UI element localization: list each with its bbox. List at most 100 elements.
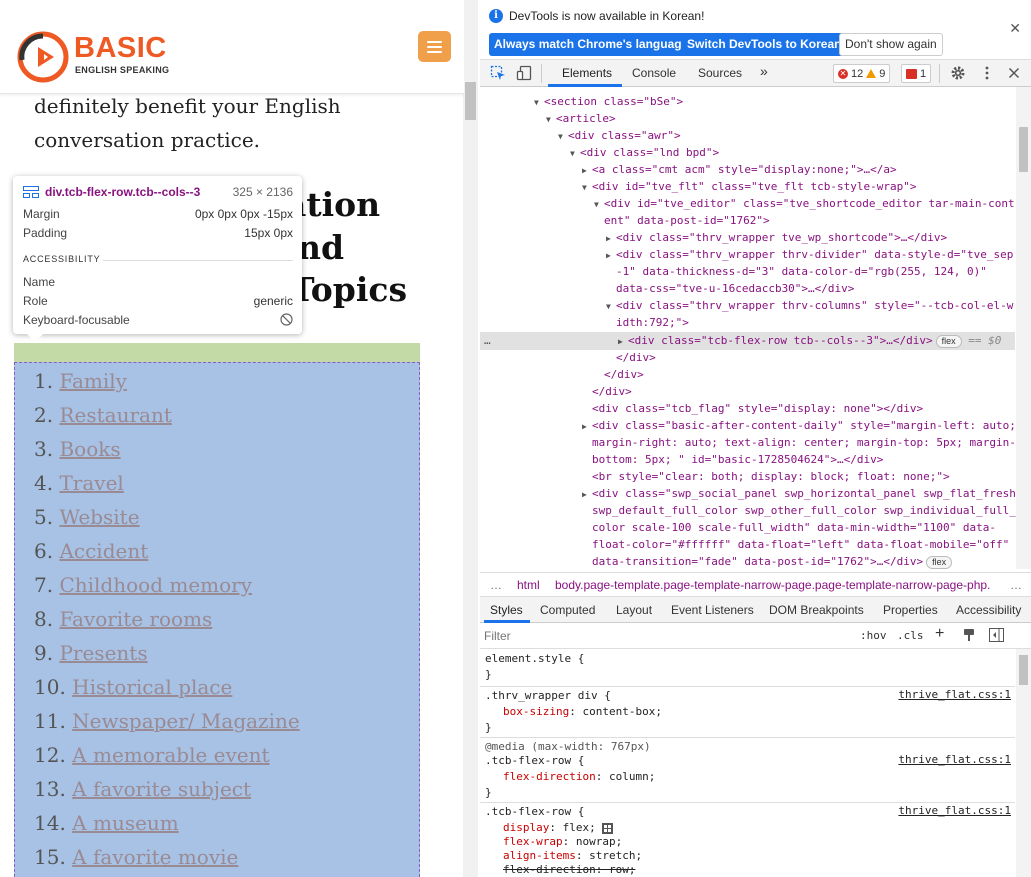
styles-filter-input[interactable] [484,627,824,645]
dom-node[interactable]: ▼ <section class="bSe"> [534,93,683,110]
paint-brush-icon[interactable] [962,628,976,642]
issues-badge[interactable]: 1 [901,64,932,83]
scrollbar-thumb[interactable] [1019,655,1028,685]
breadcrumb-more[interactable]: … [1010,578,1022,592]
dom-node-continuation[interactable]: data-transition="fade" data-post-id="176… [592,553,953,569]
close-devtools-icon[interactable] [1006,65,1022,81]
topic-link[interactable]: Family [59,369,127,393]
topic-link[interactable]: Books [59,437,120,461]
dom-node[interactable]: ▼ <div id="tve_editor" class="tve_shortco… [594,195,1015,212]
dom-node[interactable]: ▶ <div class="thrv_wrapper tve_wp_shortco… [606,229,947,246]
tab-properties[interactable]: Properties [883,603,938,617]
dom-node[interactable]: ▶ <a class="cmt acm" style="display:none;… [582,161,897,178]
topic-link[interactable]: Presents [59,641,147,665]
breadcrumb-body[interactable]: body.page-template.page-template-narrow-… [555,578,990,592]
toggle-sidebar-icon[interactable] [989,628,1004,642]
close-icon[interactable]: ✕ [1009,20,1021,37]
dom-node-continuation[interactable]: ent" data-post-id="1762"> [604,212,770,229]
topic-link[interactable]: A museum [72,811,179,835]
scrollbar-thumb[interactable] [465,82,476,120]
styles-scrollbar[interactable] [1016,649,1031,877]
dom-closing-tag[interactable]: </div> [604,366,644,383]
dom-node[interactable]: ▼ <article> [546,110,616,127]
stylesheet-link[interactable]: thrive_flat.css:1 [898,753,1011,766]
more-tabs-chevron-icon[interactable]: » [760,63,768,79]
flex-badge[interactable]: flex [935,335,962,348]
breadcrumb-html[interactable]: html [517,578,540,592]
hamburger-menu-button[interactable] [418,31,451,62]
inspect-element-icon[interactable] [490,65,506,81]
dom-node-continuation[interactable]: data-css="tve-u-16cedaccb30">…</div> [616,280,854,297]
tab-accessibility[interactable]: Accessibility [956,603,1021,617]
tab-dom-breakpoints[interactable]: DOM Breakpoints [769,603,864,617]
tab-layout[interactable]: Layout [616,603,652,617]
element-style-selector[interactable]: element.style { [485,651,584,667]
topic-link[interactable]: Newspaper/ Magazine [72,709,300,733]
settings-gear-icon[interactable] [950,65,966,81]
dom-node-continuation[interactable]: bottom: 5px; " id="basic-1728504624">…</… [592,451,883,468]
topic-link[interactable]: Childhood memory [59,573,252,597]
dom-node[interactable]: ▼ <div class="awr"> [558,127,681,144]
dom-node[interactable]: ▼ <div id="tve_flt" class="tve_flt tcb-st… [582,178,917,195]
site-logo[interactable]: BASIC ENGLISH SPEAKING [16,27,169,83]
console-counts-badge[interactable]: ✕ 12 9 [833,64,891,83]
dom-node[interactable]: <br style="clear: both; display: block; … [592,468,950,485]
tab-elements[interactable]: Elements [562,66,612,80]
expand-triangle-icon: ▼ [546,115,551,124]
tab-computed[interactable]: Computed [540,603,595,617]
topic-link[interactable]: Historical place [72,675,232,699]
scrollbar-thumb[interactable] [1019,127,1028,172]
tab-styles[interactable]: Styles [490,603,523,617]
topic-link[interactable]: A memorable event [72,743,269,767]
dom-node-continuation[interactable]: margin-right: auto; text-align: center; … [592,434,1016,451]
dom-node[interactable]: ▶ <div class="swp_social_panel swp_horizo… [582,485,1016,502]
topic-link[interactable]: Travel [59,471,123,495]
dom-node-continuation[interactable]: color scale-100 scale-full_width" data-m… [592,519,996,536]
dom-node-continuation[interactable]: swp_default_full_color swp_other_full_co… [592,502,1016,519]
switch-to-korean-button[interactable]: Switch DevTools to Korean [682,33,847,56]
dom-node[interactable]: ▼ <div class="lnd bpd"> [570,144,719,161]
list-item: 1. Family [34,366,300,400]
rule-selector[interactable]: .tcb-flex-row { [485,804,584,820]
rule-selector[interactable]: .tcb-flex-row { [485,753,584,769]
expand-triangle-icon: ▼ [558,132,563,141]
topic-link[interactable]: Favorite rooms [59,607,212,631]
rule-selector[interactable]: .thrv_wrapper div { [485,688,611,704]
dom-node[interactable]: ▶ <div class="basic-after-content-daily" … [582,417,1016,434]
dom-node[interactable]: ▼ <div class="thrv_wrapper thrv-columns" … [606,297,1013,314]
tab-sources[interactable]: Sources [698,66,742,80]
topic-link[interactable]: Accident [59,539,148,563]
topic-link[interactable]: A favorite movie [72,845,238,869]
elements-scrollbar[interactable] [1016,87,1031,569]
selected-dom-node[interactable]: ▶ <div class="tcb-flex-row tcb--cols--3">… [618,332,1001,349]
flex-badge[interactable]: flex [926,556,953,569]
dom-node[interactable]: <div class="tcb_flag" style="display: no… [592,400,923,417]
topic-link[interactable]: Restaurant [59,403,171,427]
css-declaration[interactable]: flex-direction: column; [503,769,655,785]
topic-link[interactable]: A favorite subject [72,777,251,801]
dom-closing-tag[interactable]: </div> [616,349,656,366]
dom-node[interactable]: ▶ <div class="thrv_wrapper thrv-divider" … [606,246,1013,263]
topic-link[interactable]: Website [59,505,139,529]
hover-state-toggle[interactable]: :hov [860,629,887,642]
new-style-rule-button[interactable]: + [935,625,944,643]
tab-event-listeners[interactable]: Event Listeners [671,603,754,617]
dom-node-continuation[interactable]: idth:792;"> [616,314,689,331]
device-toolbar-icon[interactable] [516,65,532,81]
node-actions-dots[interactable]: … [484,332,491,349]
stylesheet-link[interactable]: thrive_flat.css:1 [898,804,1011,817]
dom-node-continuation[interactable]: float-color="#ffffff" data-float="left" … [592,536,1009,553]
breadcrumb-ellipsis[interactable]: … [490,578,502,592]
class-toggle[interactable]: .cls [897,629,924,642]
css-declaration[interactable]: box-sizing: content-box; [503,704,662,720]
dom-node-continuation[interactable]: -1" data-thickness-d="3" data-color-d="r… [616,263,987,280]
dom-closing-tag[interactable]: </div> [592,383,632,400]
css-declaration-overridden[interactable]: flex-direction: row; [503,862,635,877]
flexbox-editor-icon[interactable] [602,822,614,834]
tab-console[interactable]: Console [632,66,676,80]
always-match-language-button[interactable]: Always match Chrome's language [489,33,694,56]
more-options-kebab-icon[interactable] [979,65,995,81]
dont-show-again-button[interactable]: Don't show again [839,33,943,56]
page-scrollbar[interactable] [463,0,478,877]
stylesheet-link[interactable]: thrive_flat.css:1 [898,688,1011,701]
